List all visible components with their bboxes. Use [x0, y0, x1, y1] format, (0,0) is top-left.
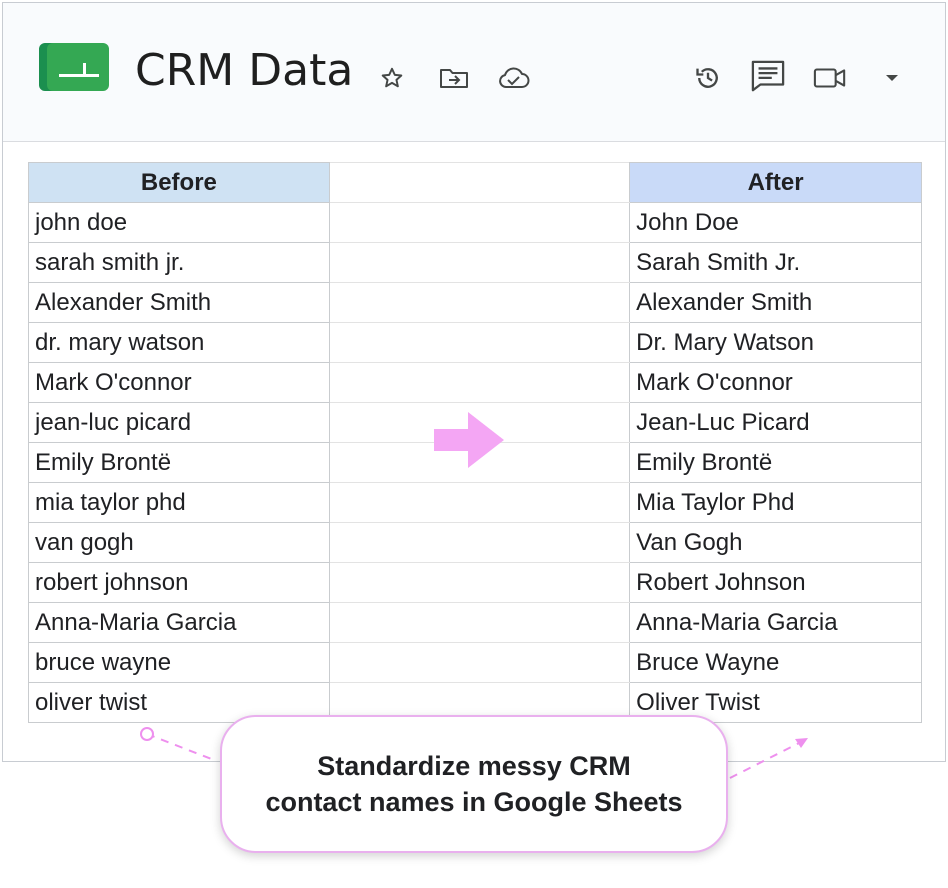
- after-cell[interactable]: John Doe: [629, 202, 922, 243]
- after-cell[interactable]: Emily Brontë: [629, 442, 922, 483]
- table-row: sarah smith jr. Sarah Smith Jr.: [28, 242, 922, 283]
- callout-line-1: Standardize messy CRM: [317, 751, 631, 781]
- document-title[interactable]: CRM Data: [135, 43, 353, 99]
- comments-icon[interactable]: [751, 59, 785, 93]
- table-row: robert johnson Robert Johnson: [28, 562, 922, 603]
- after-cell[interactable]: Bruce Wayne: [629, 642, 922, 683]
- table-row: van gogh Van Gogh: [28, 522, 922, 563]
- before-cell[interactable]: john doe: [28, 202, 330, 243]
- table-row: bruce wayne Bruce Wayne: [28, 642, 922, 683]
- cloud-saved-icon[interactable]: [497, 61, 531, 95]
- table-row: john doe John Doe: [28, 202, 922, 243]
- right-arrow-icon: [434, 412, 506, 468]
- version-history-icon[interactable]: [691, 61, 725, 95]
- before-cell[interactable]: mia taylor phd: [28, 482, 330, 523]
- sheets-logo-icon[interactable]: [39, 41, 111, 95]
- table-row: dr. mary watson Dr. Mary Watson: [28, 322, 922, 363]
- empty-cell[interactable]: [328, 362, 631, 403]
- before-cell[interactable]: van gogh: [28, 522, 330, 563]
- table-row: mia taylor phd Mia Taylor Phd: [28, 482, 922, 523]
- top-bar: CRM Data: [3, 3, 945, 142]
- empty-cell[interactable]: [328, 202, 631, 243]
- dropdown-caret-icon[interactable]: [875, 61, 909, 95]
- after-cell[interactable]: Anna-Maria Garcia: [629, 602, 922, 643]
- empty-cell[interactable]: [328, 642, 631, 683]
- before-cell[interactable]: bruce wayne: [28, 642, 330, 683]
- before-cell[interactable]: Emily Brontë: [28, 442, 330, 483]
- empty-cell[interactable]: [328, 562, 631, 603]
- table-row: Alexander Smith Alexander Smith: [28, 282, 922, 323]
- before-cell[interactable]: jean-luc picard: [28, 402, 330, 443]
- before-cell[interactable]: dr. mary watson: [28, 322, 330, 363]
- before-cell[interactable]: sarah smith jr.: [28, 242, 330, 283]
- before-cell[interactable]: Alexander Smith: [28, 282, 330, 323]
- after-cell[interactable]: Mia Taylor Phd: [629, 482, 922, 523]
- after-cell[interactable]: Dr. Mary Watson: [629, 322, 922, 363]
- before-cell[interactable]: robert johnson: [28, 562, 330, 603]
- empty-cell[interactable]: [328, 282, 631, 323]
- header-row: Before After: [28, 162, 922, 203]
- after-cell[interactable]: Robert Johnson: [629, 562, 922, 603]
- meet-video-icon[interactable]: [813, 61, 847, 95]
- after-cell[interactable]: Sarah Smith Jr.: [629, 242, 922, 283]
- star-icon[interactable]: [375, 61, 409, 95]
- after-cell[interactable]: Van Gogh: [629, 522, 922, 563]
- table-row: Mark O'connor Mark O'connor: [28, 362, 922, 403]
- empty-cell[interactable]: [328, 482, 631, 523]
- empty-cell[interactable]: [328, 162, 631, 203]
- empty-cell[interactable]: [328, 602, 631, 643]
- callout-line-2: contact names in Google Sheets: [265, 787, 683, 817]
- before-header-cell[interactable]: Before: [28, 162, 330, 203]
- empty-cell[interactable]: [328, 522, 631, 563]
- empty-cell[interactable]: [328, 322, 631, 363]
- move-to-folder-icon[interactable]: [437, 61, 471, 95]
- callout-bubble: Standardize messy CRM contact names in G…: [220, 715, 728, 853]
- after-cell[interactable]: Mark O'connor: [629, 362, 922, 403]
- after-header-cell[interactable]: After: [629, 162, 922, 203]
- after-cell[interactable]: Alexander Smith: [629, 282, 922, 323]
- table-row: Anna-Maria Garcia Anna-Maria Garcia: [28, 602, 922, 643]
- empty-cell[interactable]: [328, 242, 631, 283]
- after-cell[interactable]: Jean-Luc Picard: [629, 402, 922, 443]
- before-cell[interactable]: Mark O'connor: [28, 362, 330, 403]
- before-cell[interactable]: Anna-Maria Garcia: [28, 602, 330, 643]
